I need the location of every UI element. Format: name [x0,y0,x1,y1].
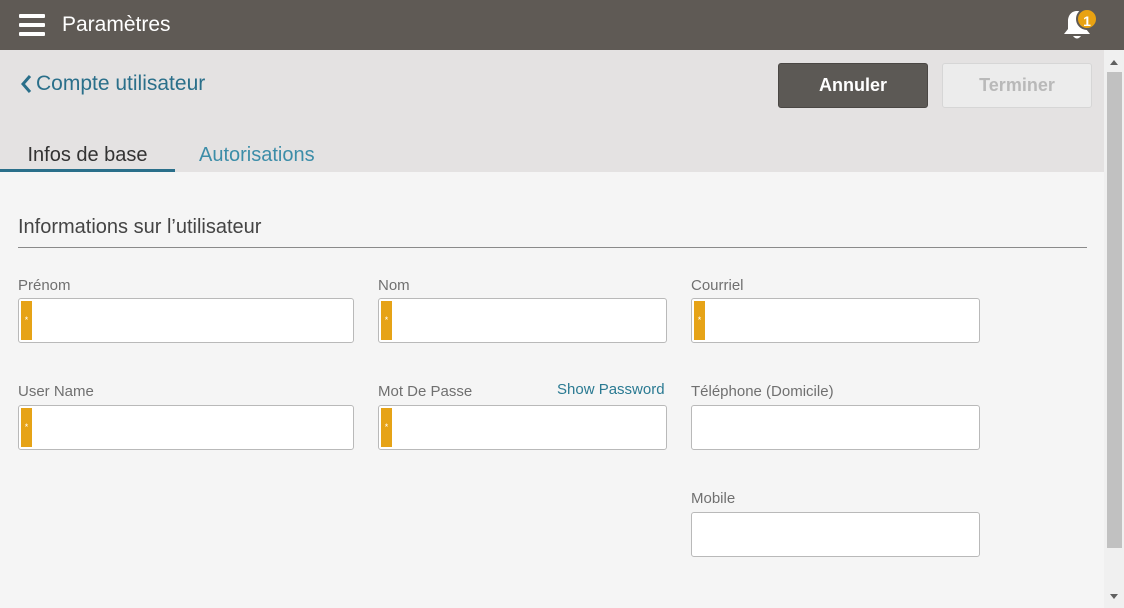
email-label: Courriel [691,277,744,294]
finish-button[interactable]: Terminer [942,63,1092,108]
required-marker: * [381,408,392,447]
back-link[interactable]: Compte utilisateur [18,72,205,96]
page-header: Compte utilisateur Annuler Terminer Info… [0,50,1104,172]
top-app-bar: Paramètres 1 [0,0,1124,50]
show-password-link[interactable]: Show Password [557,381,665,398]
mobile-label: Mobile [691,490,736,507]
home-phone-label: Téléphone (Domicile) [691,383,834,400]
back-link-label: Compte utilisateur [36,72,206,95]
tab-basic-info[interactable]: Infos de base [0,144,175,172]
password-label: Mot De Passe [378,383,473,400]
scroll-up-arrow-icon[interactable] [1110,60,1118,65]
required-marker: * [694,301,705,340]
app-title: Paramètres [62,13,171,36]
chevron-left-icon [21,75,32,93]
home-phone-field[interactable] [691,405,980,450]
password-field[interactable]: * [378,405,667,450]
scroll-down-arrow-icon[interactable] [1110,594,1118,599]
username-label: User Name [18,383,94,400]
last-name-label: Nom [378,277,410,294]
required-marker: * [381,301,392,340]
hamburger-menu-icon[interactable] [19,14,45,36]
first-name-label: Prénom [18,277,71,294]
notifications-button[interactable]: 1 [1060,8,1100,44]
mobile-field[interactable] [691,512,980,557]
last-name-field[interactable]: * [378,298,667,343]
notification-badge: 1 [1076,8,1098,30]
section-divider [18,247,1087,248]
username-field[interactable]: * [18,405,354,450]
cancel-button[interactable]: Annuler [778,63,928,108]
scroll-thumb[interactable] [1107,72,1122,548]
email-field[interactable]: * [691,298,980,343]
section-title: Informations sur l’utilisateur [18,216,262,238]
required-marker: * [21,301,32,340]
vertical-scrollbar[interactable] [1104,50,1124,608]
required-marker: * [21,408,32,447]
tab-permissions[interactable]: Autorisations [199,144,315,167]
first-name-field[interactable]: * [18,298,354,343]
